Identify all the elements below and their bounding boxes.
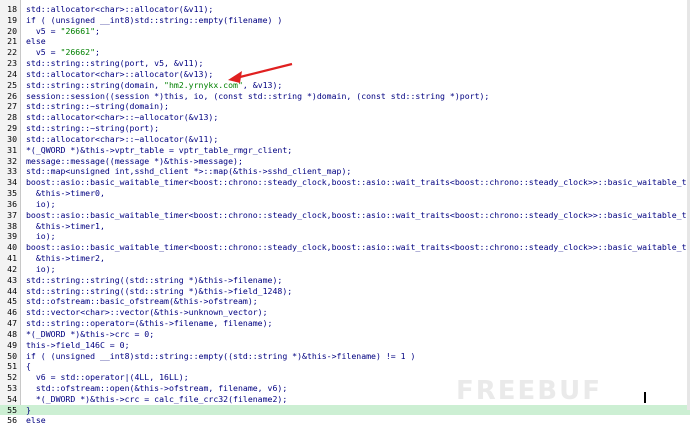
- code-editor[interactable]: 18 std::allocator<char>::allocator(&v11);…: [0, 0, 690, 425]
- line-number: 56: [7, 415, 17, 426]
- code-text: else: [26, 415, 46, 426]
- code-line[interactable]: 56 else: [0, 415, 690, 426]
- watermark-logo: FREEBUF: [456, 376, 602, 406]
- arrow-head: [228, 71, 242, 83]
- arrow-shaft: [235, 62, 293, 80]
- text-caret: [644, 392, 646, 403]
- red-arrow-annotation: [228, 62, 293, 83]
